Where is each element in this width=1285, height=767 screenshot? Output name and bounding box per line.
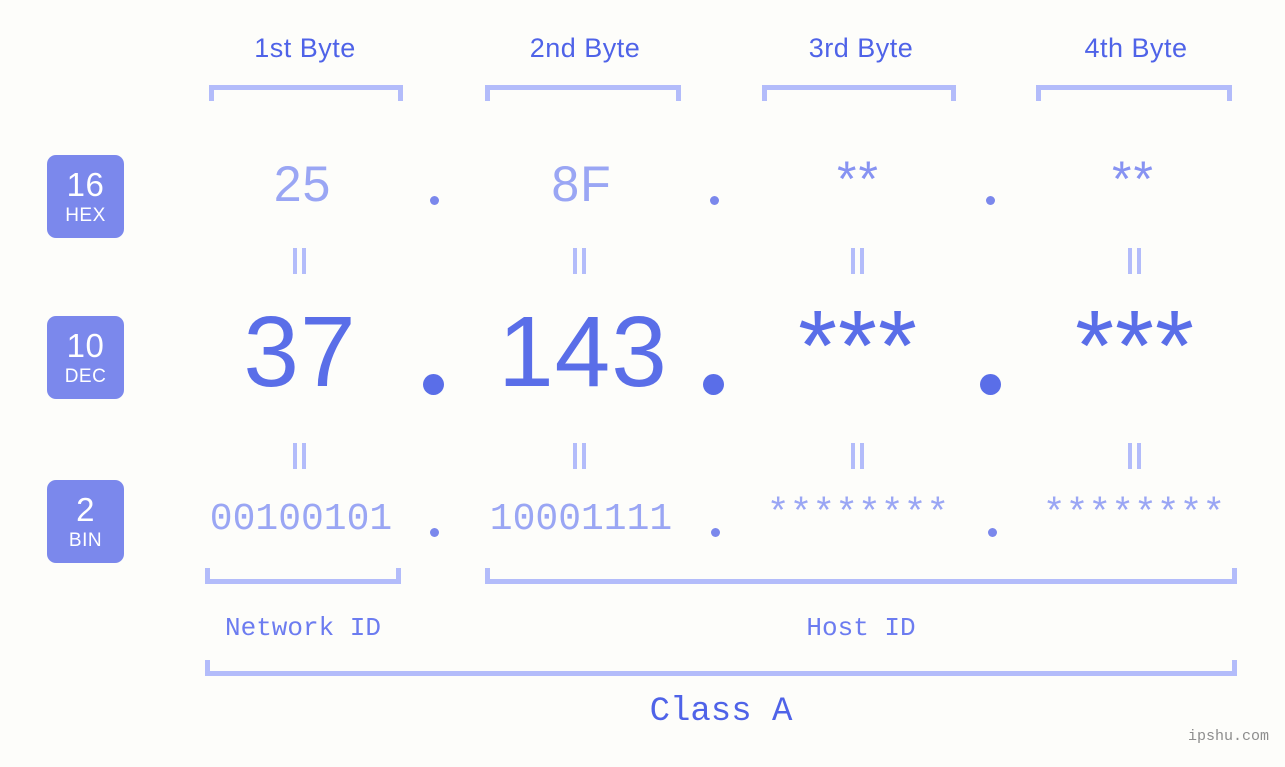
radix-badge-bin-number: 2 — [76, 491, 95, 528]
bin-byte-4-value: ******** — [1042, 493, 1226, 536]
hex-separator-dot-1 — [430, 196, 439, 205]
ip-address-breakdown-diagram: 1st Byte 2nd Byte 3rd Byte 4th Byte 16 H… — [0, 0, 1285, 767]
watermark: ipshu.com — [1187, 728, 1269, 745]
dec-separator-dot-1 — [423, 374, 444, 395]
byte-bracket-1 — [209, 85, 403, 101]
equality-mark-hex-dec-3 — [851, 248, 865, 274]
hex-byte-3-value: ** — [837, 151, 880, 207]
equality-mark-hex-dec-2 — [573, 248, 587, 274]
class-label: Class A — [649, 693, 793, 731]
bin-byte-2-value: 10001111 — [489, 498, 673, 541]
equality-mark-dec-bin-3 — [851, 443, 865, 469]
radix-badge-dec-number: 10 — [66, 327, 105, 364]
radix-badge-hex-number: 16 — [66, 166, 105, 203]
radix-badge-hex-name: HEX — [65, 205, 106, 226]
hex-byte-2-value: 8F — [551, 156, 612, 212]
equality-mark-dec-bin-1 — [293, 443, 307, 469]
byte-header-2: 2nd Byte — [529, 33, 641, 63]
equality-mark-hex-dec-1 — [293, 248, 307, 274]
hex-byte-1-value: 25 — [273, 156, 332, 212]
dec-byte-2-value: 143 — [498, 296, 668, 408]
radix-badge-bin: 2 BIN — [47, 480, 124, 563]
equality-mark-hex-dec-4 — [1128, 248, 1142, 274]
dec-byte-4-value: *** — [1075, 290, 1195, 402]
hex-separator-dot-3 — [986, 196, 995, 205]
byte-header-1: 1st Byte — [254, 33, 356, 63]
byte-header-3: 3rd Byte — [808, 33, 914, 63]
byte-bracket-2 — [485, 85, 681, 101]
radix-badge-hex: 16 HEX — [47, 155, 124, 238]
byte-header-4: 4th Byte — [1084, 33, 1188, 63]
dec-separator-dot-3 — [980, 374, 1001, 395]
bin-byte-1-value: 00100101 — [209, 498, 393, 541]
bin-separator-dot-3 — [988, 528, 997, 537]
equality-mark-dec-bin-2 — [573, 443, 587, 469]
dec-byte-1-value: 37 — [243, 296, 357, 408]
host-id-label: Host ID — [806, 613, 916, 643]
byte-bracket-3 — [762, 85, 956, 101]
dec-byte-3-value: *** — [798, 290, 918, 402]
radix-badge-bin-name: BIN — [68, 530, 103, 551]
equality-mark-dec-bin-4 — [1128, 443, 1142, 469]
hex-byte-4-value: ** — [1112, 151, 1155, 207]
bin-separator-dot-2 — [711, 528, 720, 537]
byte-bracket-4 — [1036, 85, 1232, 101]
network-id-label: Network ID — [224, 613, 382, 643]
hex-separator-dot-2 — [710, 196, 719, 205]
dec-separator-dot-2 — [703, 374, 724, 395]
network-id-bracket — [205, 568, 401, 584]
radix-badge-dec: 10 DEC — [47, 316, 124, 399]
bin-separator-dot-1 — [430, 528, 439, 537]
host-id-bracket — [485, 568, 1237, 584]
class-bracket — [205, 660, 1237, 676]
bin-byte-3-value: ******** — [766, 493, 950, 536]
radix-badge-dec-name: DEC — [64, 366, 107, 387]
